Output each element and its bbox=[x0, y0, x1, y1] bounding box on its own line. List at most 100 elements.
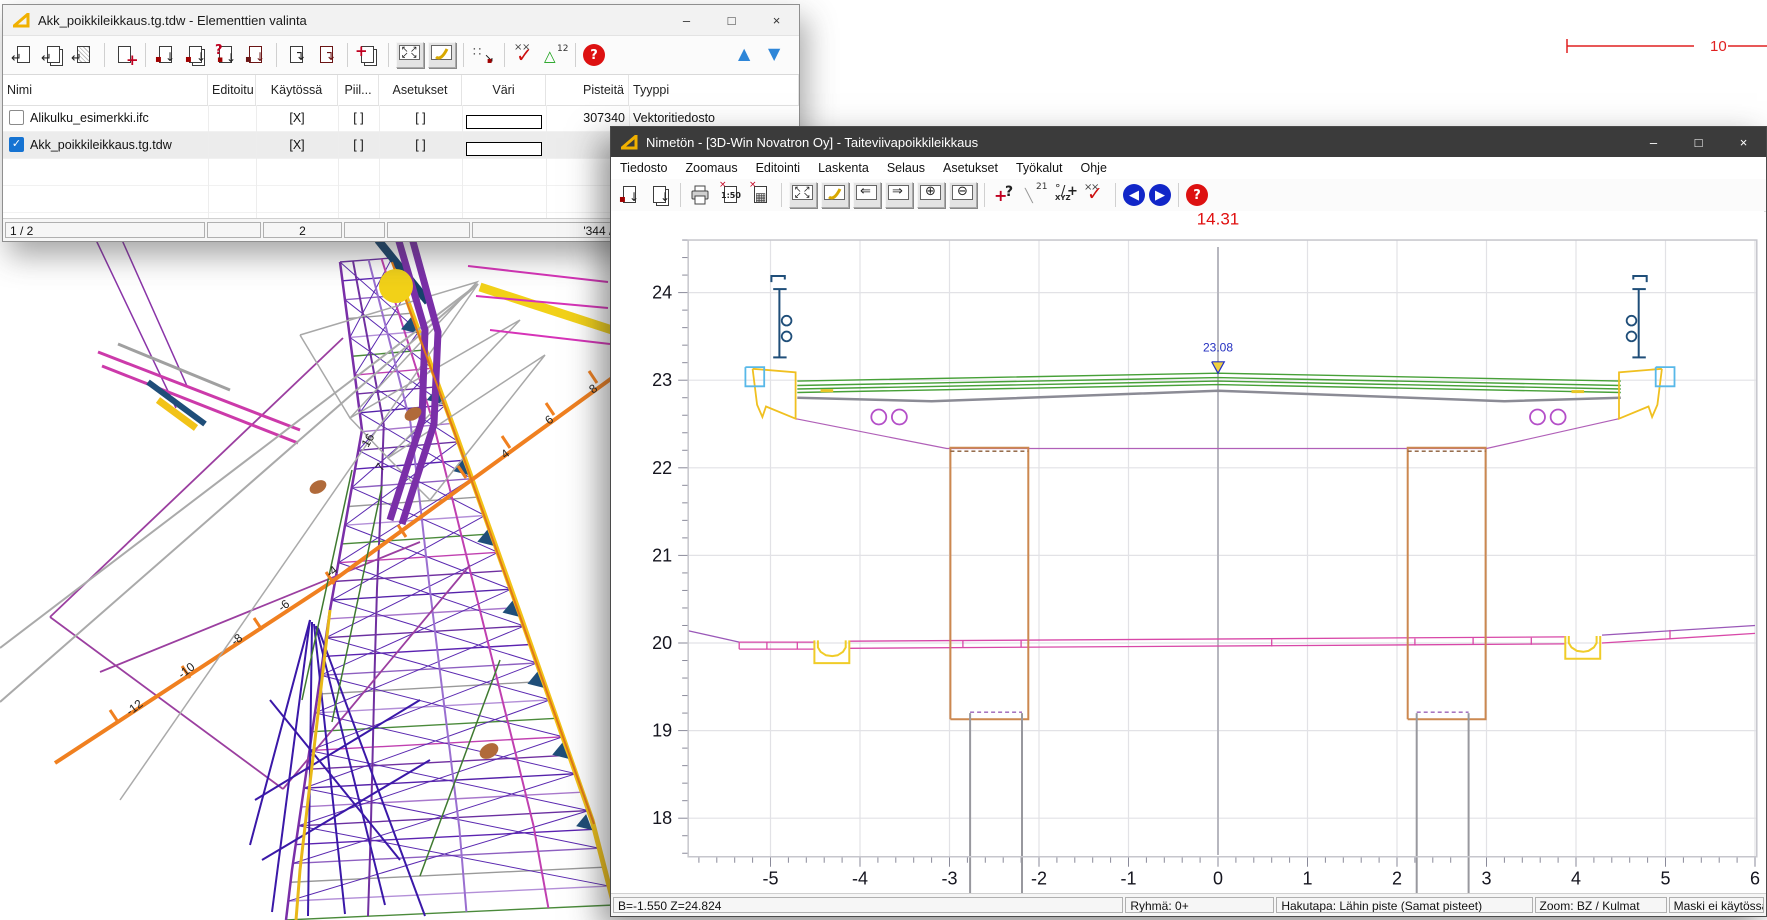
doc-dark-icon[interactable]: ↓▪ bbox=[243, 43, 269, 67]
file-name: Akk_poikkileikkaus.tg.tdw bbox=[30, 138, 172, 152]
window2-title: Nimetön - [3D-Win Novatron Oy] - Taitevi… bbox=[646, 135, 978, 150]
navprev-icon[interactable]: ◀ bbox=[1123, 184, 1145, 206]
btn-pen-icon[interactable] bbox=[428, 42, 456, 68]
plan-dot bbox=[307, 477, 329, 496]
status-cell bbox=[207, 222, 261, 238]
menu-tiedosto[interactable]: Tiedosto bbox=[611, 157, 676, 179]
status-cell: Hakutapa: Lähin piste (Samat pisteet) bbox=[1276, 897, 1532, 913]
navnext-icon[interactable]: ▶ bbox=[1149, 184, 1171, 206]
table-header[interactable]: NimiEditoituKäytössäPiil...AsetuksetVäri… bbox=[3, 75, 799, 106]
btn-fit-icon[interactable]: ↖↗↙↘ bbox=[396, 42, 424, 68]
row-checkbox[interactable]: ✓ bbox=[9, 137, 24, 152]
svg-text:6: 6 bbox=[1750, 869, 1760, 889]
toolbar-separator bbox=[504, 43, 505, 67]
svg-text:-2: -2 bbox=[1031, 869, 1047, 889]
file-name: Alikulku_esimerkki.ifc bbox=[30, 111, 149, 125]
toolbar-separator bbox=[984, 183, 985, 207]
help-icon[interactable]: ? bbox=[583, 44, 605, 66]
up-icon[interactable]: ▲ bbox=[733, 43, 759, 67]
btn-zin-icon[interactable]: ⊕ bbox=[917, 182, 945, 208]
plusq-icon[interactable]: +? bbox=[992, 183, 1018, 207]
close-button[interactable]: × bbox=[754, 5, 799, 35]
dimension-line: 10 bbox=[1520, 32, 1767, 62]
column-header-editoitu[interactable]: Editoitu bbox=[208, 75, 256, 105]
btn-fit-icon[interactable]: ↖↗↙↘ bbox=[789, 182, 817, 208]
color-swatch[interactable] bbox=[466, 142, 542, 156]
svg-text:4: 4 bbox=[1571, 869, 1581, 889]
docs-plus-icon[interactable]: + bbox=[355, 43, 381, 67]
menu-työkalut[interactable]: Työkalut bbox=[1007, 157, 1072, 179]
btn-pen-icon[interactable] bbox=[821, 182, 849, 208]
check-icon[interactable]: ××✓ bbox=[512, 43, 538, 67]
svg-text:22: 22 bbox=[652, 458, 672, 478]
status-cell: 2 bbox=[263, 222, 342, 238]
svg-text:18: 18 bbox=[652, 808, 672, 828]
xxcheck-icon[interactable]: ××✓ bbox=[1082, 183, 1108, 207]
menu-laskenta[interactable]: Laskenta bbox=[809, 157, 878, 179]
column-header-asetukset[interactable]: Asetukset bbox=[379, 75, 462, 105]
scale150-icon[interactable]: ×1:50 bbox=[718, 183, 744, 207]
ruler21-icon[interactable]: ╲21 bbox=[1022, 183, 1048, 207]
menu-editointi[interactable]: Editointi bbox=[747, 157, 809, 179]
minimize-button[interactable]: – bbox=[664, 5, 709, 35]
printer-icon[interactable] bbox=[688, 183, 714, 207]
window2-titlebar[interactable]: Nimetön - [3D-Win Novatron Oy] - Taitevi… bbox=[611, 127, 1766, 157]
doc-out-icon[interactable]: ↴ bbox=[284, 43, 310, 67]
svg-text:24: 24 bbox=[652, 283, 672, 303]
btn-fwd-icon[interactable]: ⇒ bbox=[885, 182, 913, 208]
column-header-vri[interactable]: Väri bbox=[462, 75, 546, 105]
window2-toolbar: ↓▪↓ ×1:50×▦ ↖↗↙↘ ⇐⇒⊕⊖ +?╲21°/+XYZ××✓ ◀▶? bbox=[611, 179, 1766, 212]
status-cell: Maski ei käytössä bbox=[1669, 897, 1764, 913]
color-swatch[interactable] bbox=[466, 115, 542, 129]
maximize-button[interactable]: □ bbox=[1676, 127, 1721, 157]
doc-saveas-icon[interactable]: ↓▪ bbox=[183, 43, 209, 67]
menu-ohje[interactable]: Ohje bbox=[1072, 157, 1116, 179]
svg-text:2: 2 bbox=[1392, 869, 1402, 889]
status-cell bbox=[344, 222, 385, 238]
menu-zoomaus[interactable]: Zoomaus bbox=[676, 157, 746, 179]
dots-icon[interactable]: ∷↘▪ bbox=[471, 43, 497, 67]
helpb-icon[interactable]: ? bbox=[1186, 184, 1208, 206]
column-header-tyyppi[interactable]: Tyyppi bbox=[629, 75, 799, 105]
doc-out-dark-icon[interactable]: ↴ bbox=[314, 43, 340, 67]
dimension-label: 10 bbox=[1710, 38, 1727, 55]
down-icon[interactable]: ▼ bbox=[763, 43, 789, 67]
close-button[interactable]: × bbox=[1721, 127, 1766, 157]
plot-border bbox=[688, 240, 1757, 857]
toolbar-separator bbox=[145, 43, 146, 67]
column-header-nimi[interactable]: Nimi bbox=[3, 75, 208, 105]
btn-back-icon[interactable]: ⇐ bbox=[853, 182, 881, 208]
menu-selaus[interactable]: Selaus bbox=[878, 157, 934, 179]
svg-text:23.08: 23.08 bbox=[1203, 340, 1233, 354]
minimize-button[interactable]: – bbox=[1631, 127, 1676, 157]
cad-drawing-background: -12-10-8-6-4468167 bbox=[0, 210, 615, 920]
row-checkbox[interactable] bbox=[9, 110, 24, 125]
window1-titlebar[interactable]: Akk_poikkileikkaus.tg.tdw - Elementtien … bbox=[3, 5, 799, 36]
status-cell: 1 / 2 bbox=[5, 222, 205, 238]
doc-hatch-icon[interactable]: ↵ bbox=[71, 43, 97, 67]
scaleplot-icon[interactable]: ×▦ bbox=[748, 183, 774, 207]
doc-plus-icon[interactable]: + bbox=[112, 43, 138, 67]
plan-lines bbox=[0, 238, 612, 920]
status-cell: B=-1.550 Z=24.824 bbox=[613, 897, 1123, 913]
svg-text:-3: -3 bbox=[941, 869, 957, 889]
column-header-piil[interactable]: Piil... bbox=[338, 75, 379, 105]
doc-in-icon[interactable]: ↵ bbox=[11, 43, 37, 67]
doc-in2-icon[interactable]: ↵ bbox=[41, 43, 67, 67]
maximize-button[interactable]: □ bbox=[709, 5, 754, 35]
doc-q-icon[interactable]: ?↓▪ bbox=[213, 43, 239, 67]
svg-text:1: 1 bbox=[1302, 869, 1312, 889]
doc-out-b-icon[interactable]: ↓ bbox=[647, 183, 673, 207]
cross-section-view[interactable]: -5-4-3-2-101234561819202122232414.3123.0… bbox=[611, 211, 1764, 894]
toolbar-separator bbox=[575, 43, 576, 67]
column-header-kytss[interactable]: Käytössä bbox=[256, 75, 338, 105]
doc-save-icon[interactable]: ↓▪ bbox=[153, 43, 179, 67]
tri12-icon[interactable]: △12 bbox=[542, 43, 568, 67]
svg-text:20: 20 bbox=[652, 633, 672, 653]
doc-in-b-icon[interactable]: ↓▪ bbox=[617, 183, 643, 207]
xyzplus-icon[interactable]: °/+XYZ bbox=[1052, 183, 1078, 207]
menu-asetukset[interactable]: Asetukset bbox=[934, 157, 1007, 179]
btn-zout-icon[interactable]: ⊖ bbox=[949, 182, 977, 208]
column-header-pisteit[interactable]: Pisteitä bbox=[546, 75, 629, 105]
toolbar-separator bbox=[388, 43, 389, 67]
